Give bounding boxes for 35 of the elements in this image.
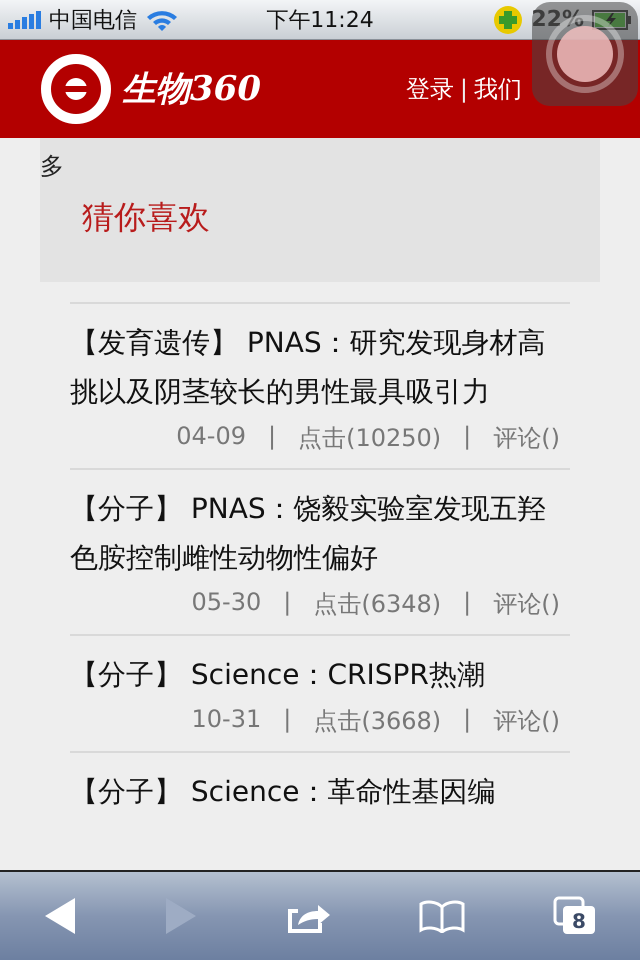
click-count: 点击(3668)	[313, 706, 442, 737]
header-link[interactable]: 我们	[474, 73, 522, 105]
meta-separator: |	[283, 588, 292, 618]
meta-separator: |	[463, 705, 472, 735]
header-link[interactable]: 登录	[406, 73, 454, 105]
comment-link[interactable]: 评论()	[493, 588, 560, 620]
clock-time: 下午11:24	[266, 7, 374, 35]
plus-shield-icon	[493, 4, 524, 34]
site-logo[interactable]: 生物360	[122, 66, 261, 112]
carrier-name: 中国电信	[49, 6, 137, 34]
section-title: 猜你喜欢	[82, 197, 211, 238]
stray-text: 多	[40, 151, 65, 182]
signal-icon	[8, 10, 41, 28]
meta-separator: |	[463, 588, 472, 618]
battery-icon	[592, 10, 632, 30]
battery-percent: 22%	[531, 7, 584, 32]
comment-link[interactable]: 评论()	[493, 705, 560, 737]
article-date: 10-31	[192, 705, 262, 735]
click-count: 点击(10250)	[298, 423, 442, 454]
meta-separator: |	[463, 422, 472, 452]
article-date: 05-30	[192, 588, 262, 618]
article-title[interactable]: 【分子】 Science：CRISPR热潮	[70, 650, 570, 699]
target-icon	[40, 53, 112, 125]
back-button[interactable]	[43, 897, 78, 935]
article-title[interactable]: 【分子】 PNAS：饶毅实验室发现五羟色胺控制雌性动物性偏好	[70, 484, 570, 582]
meta-separator: |	[268, 422, 276, 452]
meta-separator: |	[283, 705, 292, 735]
article-date: 04-09	[176, 422, 246, 452]
click-count: 点击(6348)	[313, 589, 442, 620]
comment-link[interactable]: 评论()	[493, 422, 560, 454]
assistive-touch-overlay[interactable]	[532, 2, 638, 106]
bookmarks-button[interactable]	[418, 899, 466, 933]
article-title[interactable]: 【发育遗传】 PNAS：研究发现身材高挑以及阴茎较长的男性最具吸引力	[70, 318, 570, 416]
link-separator: |	[460, 75, 468, 103]
article-title[interactable]: 【分子】 Science：革命性基因编	[70, 767, 570, 816]
